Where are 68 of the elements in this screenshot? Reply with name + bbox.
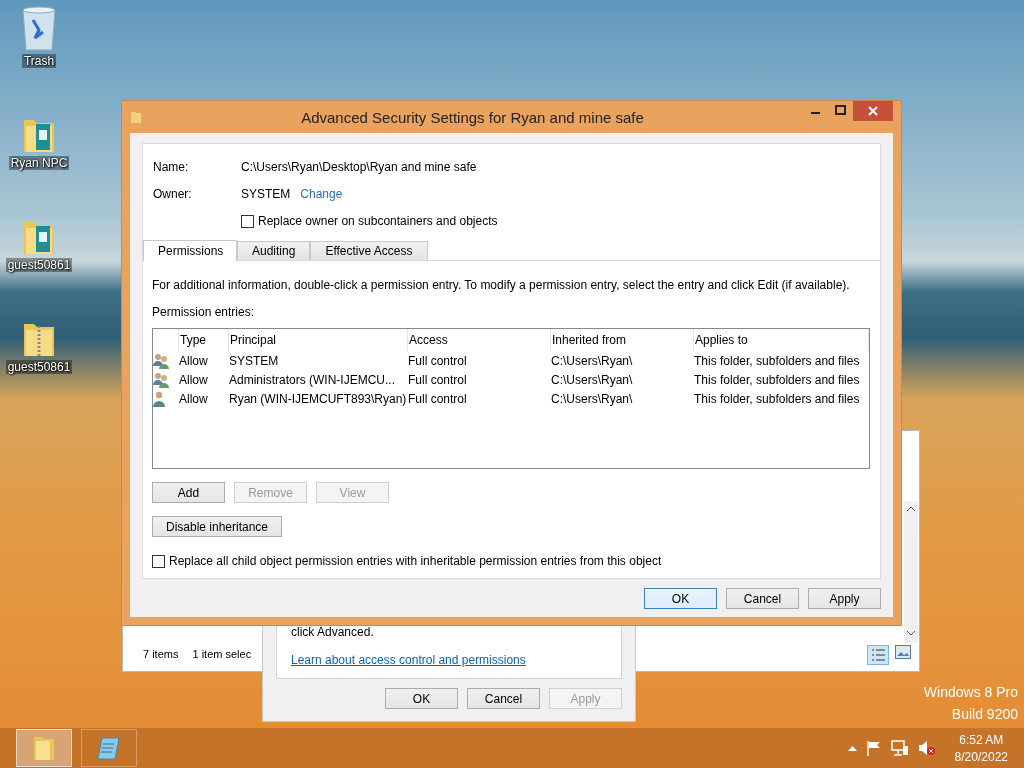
taskbar-button[interactable] [81, 729, 137, 767]
checkbox-label: Replace all child object permission entries with inheritable permission entries from this object [169, 554, 662, 568]
table-cell-text: C:\Users\Ryan\ [551, 390, 634, 408]
table-cell-text: C:\Users\Ryan\ [551, 371, 634, 389]
table-cell-text: Administrators (WIN-IJEMCU... [229, 371, 396, 389]
button[interactable]: OK [644, 588, 717, 609]
tab[interactable]: Auditing [237, 241, 311, 260]
info-text: For additional information, double-click a permission entry. To modify a permission entry, select the entry and click Edit (if available). [152, 278, 851, 292]
button[interactable]: Add [152, 482, 225, 503]
checkbox[interactable] [152, 554, 165, 568]
clock-time[interactable]: 6:52 AM [959, 732, 1004, 747]
button[interactable]: Disable inheritance [152, 516, 282, 537]
speaker-muted-icon[interactable] [917, 740, 936, 756]
window-title: Advanced Security Settings for Ryan and mine safe [300, 108, 645, 126]
button[interactable]: OK [385, 688, 458, 709]
checkbox[interactable] [241, 214, 254, 228]
column-header[interactable]: Principal [229, 329, 408, 351]
table-cell-text: This folder, subfolders and files [694, 390, 861, 408]
tab[interactable]: Permissions [143, 240, 237, 261]
owner-name: SYSTEM [241, 187, 291, 201]
table-cell-text: Full control [408, 390, 468, 408]
table-cell-text: C:\Users\Ryan\ [551, 352, 634, 370]
trash-bin-icon [21, 6, 57, 52]
list-label: Permission entries: [152, 305, 256, 319]
table-cell-text: Allow [179, 390, 209, 408]
folder-icon [33, 735, 55, 761]
network-icon[interactable] [890, 740, 909, 756]
column-header[interactable]: Applies to [694, 329, 869, 351]
preview-view-icon[interactable] [895, 645, 911, 659]
column-header[interactable]: Access [408, 329, 551, 351]
os-edition-text: Windows 8 Pro [923, 684, 1018, 700]
user-icon [153, 390, 165, 407]
owner-label: Owner: [153, 187, 193, 201]
flag-icon[interactable] [865, 740, 882, 756]
desktop-icon-label[interactable]: Trash [21, 54, 57, 68]
button[interactable]: Apply [808, 588, 881, 609]
object-path: C:\Users\Ryan\Desktop\Ryan and mine safe [241, 160, 478, 174]
table-cell-text: This folder, subfolders and files [694, 371, 861, 389]
button[interactable]: Cancel [726, 588, 799, 609]
item-count: 7 items [143, 648, 179, 660]
user-group-icon [153, 371, 170, 388]
button[interactable]: Cancel [467, 688, 540, 709]
table-cell-text: Allow [179, 371, 209, 389]
folder-icon [130, 110, 142, 124]
clock-date[interactable]: 8/20/2022 [954, 749, 1008, 764]
table-cell-text: Ryan (WIN-IJEMCUFT893\Ryan) [229, 390, 408, 408]
desktop-icon-label[interactable]: Ryan NPC [8, 156, 70, 170]
selection-count: 1 item selec [192, 648, 252, 660]
column-header[interactable]: Inherited from [551, 329, 694, 351]
help-link[interactable]: Learn about access control and permissions [291, 653, 607, 667]
os-edition-text: Build 9200 [951, 706, 1018, 722]
notepad-icon [96, 735, 122, 761]
column-header[interactable]: Type [179, 329, 229, 351]
table-cell-text: SYSTEM [229, 352, 280, 370]
change-owner-link[interactable]: Change [300, 187, 343, 201]
table-cell-text: Full control [408, 371, 468, 389]
tab[interactable]: Effective Access [310, 241, 428, 260]
table-cell-text: Allow [179, 352, 209, 370]
name-label: Name: [153, 160, 190, 174]
scrollbar[interactable] [904, 501, 918, 643]
show-hidden-icons-icon[interactable] [847, 745, 857, 751]
table-cell-text: This folder, subfolders and files [694, 352, 861, 370]
close-button[interactable] [853, 101, 893, 121]
details-view-icon[interactable] [867, 645, 889, 665]
user-group-icon [153, 352, 170, 369]
instruction-text: click Advanced. [291, 625, 375, 639]
table-cell-text: Full control [408, 352, 468, 370]
checkbox-label: Replace owner on subcontainers and objects [258, 214, 498, 228]
